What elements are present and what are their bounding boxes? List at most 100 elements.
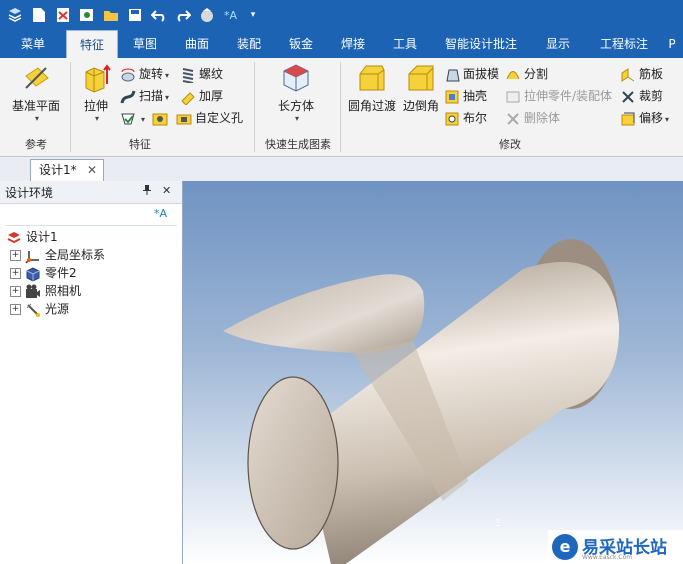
open-folder-icon[interactable]: [102, 6, 120, 24]
redo-icon[interactable]: [174, 6, 192, 24]
model-render[interactable]: Ξ: [183, 181, 683, 564]
new-file-icon[interactable]: [30, 6, 48, 24]
tab-feature[interactable]: 特征: [66, 30, 118, 59]
document-tab[interactable]: 设计1* ✕: [30, 159, 104, 181]
tab-menu[interactable]: 菜单: [8, 30, 58, 58]
title-bar: *A ▾: [0, 0, 683, 30]
tree-item-label: 光源: [45, 302, 70, 316]
box-icon: [280, 62, 312, 94]
tree-root-design[interactable]: 设计1: [6, 228, 58, 246]
hole-button[interactable]: [152, 108, 171, 128]
shell-button[interactable]: 抽壳: [444, 86, 487, 106]
expand-icon[interactable]: +: [10, 286, 21, 297]
tree-item-camera[interactable]: + 照相机: [10, 282, 81, 300]
smart-tool-icon[interactable]: *A: [222, 6, 240, 24]
tab-display[interactable]: 显示: [536, 30, 580, 58]
draft-label: 面拔模: [463, 67, 500, 81]
custom-hole-icon: [176, 111, 192, 127]
trim-button[interactable]: 裁剪: [620, 86, 663, 106]
axis-marker: Ξ: [495, 519, 501, 529]
tab-sheetmetal[interactable]: 钣金: [278, 30, 324, 58]
new-drawing-icon[interactable]: [54, 6, 72, 24]
document-tab-bar: 设计1* ✕: [0, 157, 683, 182]
app-logo-icon[interactable]: [6, 6, 24, 24]
cylinder-near-end: [247, 376, 339, 550]
panel-header: 设计环境 ✕: [0, 181, 182, 204]
save-icon[interactable]: [126, 6, 144, 24]
tree-root-label: 设计1: [26, 230, 58, 244]
boolean-icon: [444, 111, 460, 127]
thread-icon: [180, 67, 196, 84]
close-panel-icon[interactable]: ✕: [162, 184, 171, 197]
tab-smart-design-annotation[interactable]: 智能设计批注: [438, 30, 524, 58]
split-label: 分割: [524, 67, 549, 81]
extrude-icon: [80, 62, 112, 94]
offset-button[interactable]: 偏移 ▾: [620, 108, 669, 128]
delete-body-button[interactable]: 删除体: [505, 108, 560, 128]
split-icon: [505, 67, 521, 83]
tree-item-part[interactable]: + 零件2: [10, 264, 77, 282]
tab-surface[interactable]: 曲面: [174, 30, 220, 58]
rib-label: 筋板: [639, 67, 664, 81]
tab-sketch[interactable]: 草图: [122, 30, 168, 58]
customize-dropdown-icon[interactable]: ▾: [244, 6, 262, 24]
import-icon[interactable]: [78, 6, 96, 24]
tab-engineering-annotation[interactable]: 工程标注: [592, 30, 656, 58]
tab-tools[interactable]: 工具: [382, 30, 428, 58]
tree-filter-icon[interactable]: *A: [152, 205, 170, 224]
rib-button[interactable]: 筋板: [620, 64, 663, 84]
expand-icon[interactable]: +: [10, 304, 21, 315]
tab-welding[interactable]: 焊接: [330, 30, 376, 58]
close-tab-icon[interactable]: ✕: [87, 160, 97, 180]
thicken-button[interactable]: 加厚: [180, 86, 223, 106]
revolve-button[interactable]: 旋转 ▾: [120, 64, 169, 84]
svg-text:*A: *A: [154, 207, 168, 220]
datum-plane-button[interactable]: 基准平面 ▾: [6, 62, 66, 123]
loft-button[interactable]: ▾: [120, 108, 145, 128]
panel-title: 设计环境: [5, 186, 54, 200]
stretch-part-button[interactable]: 拉伸零件/装配体: [505, 86, 612, 106]
undo-icon[interactable]: [150, 6, 168, 24]
ribbon-tab-bar: 菜单 特征 草图 曲面 装配 钣金 焊接 工具 智能设计批注 显示 工程标注 P: [0, 30, 683, 59]
tree-item-label: 零件2: [45, 266, 77, 280]
boolean-label: 布尔: [463, 111, 488, 125]
extrude-button[interactable]: 拉伸 ▾: [76, 62, 116, 123]
hole-icon: [152, 111, 168, 127]
group-label-modify: 修改: [499, 138, 521, 151]
tab-assembly[interactable]: 装配: [226, 30, 272, 58]
fillet-button[interactable]: 圆角过渡: [346, 62, 398, 114]
3d-viewport[interactable]: Ξ: [183, 181, 683, 564]
sweep-button[interactable]: 扫描 ▾: [120, 86, 169, 106]
fillet-label: 圆角过渡: [347, 99, 396, 113]
thicken-label: 加厚: [199, 89, 224, 103]
custom-hole-label: 自定义孔: [195, 111, 244, 125]
tree-item-global-coords[interactable]: + 全局坐标系: [10, 246, 105, 264]
rib-icon: [620, 67, 636, 83]
offset-icon: [620, 111, 636, 127]
part-icon: [25, 266, 41, 282]
split-surface-sheet: [223, 274, 425, 354]
pin-icon[interactable]: [142, 184, 152, 199]
expand-icon[interactable]: +: [10, 268, 21, 279]
box-label: 长方体: [277, 99, 314, 113]
group-label-reference: 参考: [25, 138, 47, 151]
draft-button[interactable]: 面拔模: [444, 64, 499, 84]
tree-item-label: 照相机: [45, 284, 82, 298]
tree-item-label: 全局坐标系: [45, 248, 106, 262]
thread-button[interactable]: 螺纹: [180, 64, 223, 84]
boolean-button[interactable]: 布尔: [444, 108, 487, 128]
loft-icon: [120, 111, 136, 127]
document-tab-title: 设计1*: [39, 163, 77, 177]
fillet-icon: [356, 62, 388, 94]
trim-icon: [620, 89, 636, 105]
chamfer-button[interactable]: 边倒角: [400, 62, 442, 114]
split-button[interactable]: 分割: [505, 64, 548, 84]
tab-overflow[interactable]: P: [662, 30, 682, 58]
box-button[interactable]: 长方体 ▾: [270, 62, 322, 123]
expand-icon[interactable]: +: [10, 250, 21, 261]
render-sphere-icon[interactable]: [198, 6, 216, 24]
revolve-label: 旋转: [139, 67, 164, 81]
group-label-feature: 特征: [129, 138, 151, 151]
custom-hole-button[interactable]: 自定义孔: [176, 108, 243, 128]
tree-item-light[interactable]: + 光源: [10, 300, 69, 318]
